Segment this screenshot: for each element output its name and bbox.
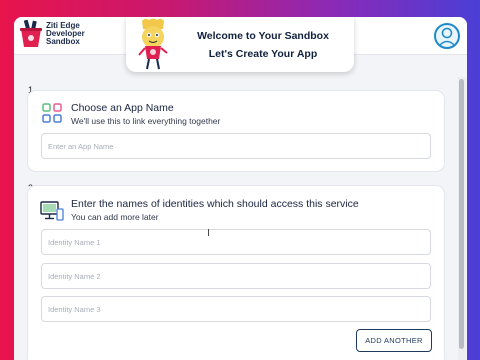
scrollbar[interactable] <box>458 77 466 360</box>
text-cursor-icon: I <box>207 228 210 239</box>
step-1-panel: Choose an App Name We'll use this to lin… <box>28 91 444 171</box>
step-1-subtitle: We'll use this to link everything togeth… <box>71 116 221 126</box>
app-window: Ziti Edge Developer Sandbox Welcome to Y… <box>14 17 467 360</box>
step-1-title: Choose an App Name <box>71 102 174 114</box>
welcome-title: Welcome to Your Sandbox <box>197 30 329 42</box>
step-2-title: Enter the names of identities which shou… <box>71 198 359 210</box>
user-avatar-icon[interactable] <box>434 23 460 49</box>
welcome-subtitle: Let's Create Your App <box>208 48 318 60</box>
brand-name: Ziti Edge Developer Sandbox <box>46 22 85 46</box>
apps-grid-icon <box>42 103 62 123</box>
monitor-devices-icon <box>40 201 64 221</box>
brand-line-3: Sandbox <box>46 37 80 46</box>
identity-name-3-input[interactable] <box>41 296 431 322</box>
welcome-card: Welcome to Your Sandbox Let's Create You… <box>126 17 354 72</box>
identity-name-1-input[interactable] <box>41 229 431 255</box>
app-name-input[interactable] <box>41 133 431 159</box>
step-2-panel: Enter the names of identities which shou… <box>28 186 444 360</box>
bucket-logo-icon <box>20 20 42 47</box>
mascot-icon <box>138 18 168 70</box>
identity-name-2-input[interactable] <box>41 263 431 289</box>
scrollbar-thumb[interactable] <box>459 79 464 349</box>
add-another-button[interactable]: ADD ANOTHER <box>356 329 432 352</box>
step-2-subtitle: You can add more later <box>71 212 159 222</box>
brand[interactable]: Ziti Edge Developer Sandbox <box>19 20 85 48</box>
